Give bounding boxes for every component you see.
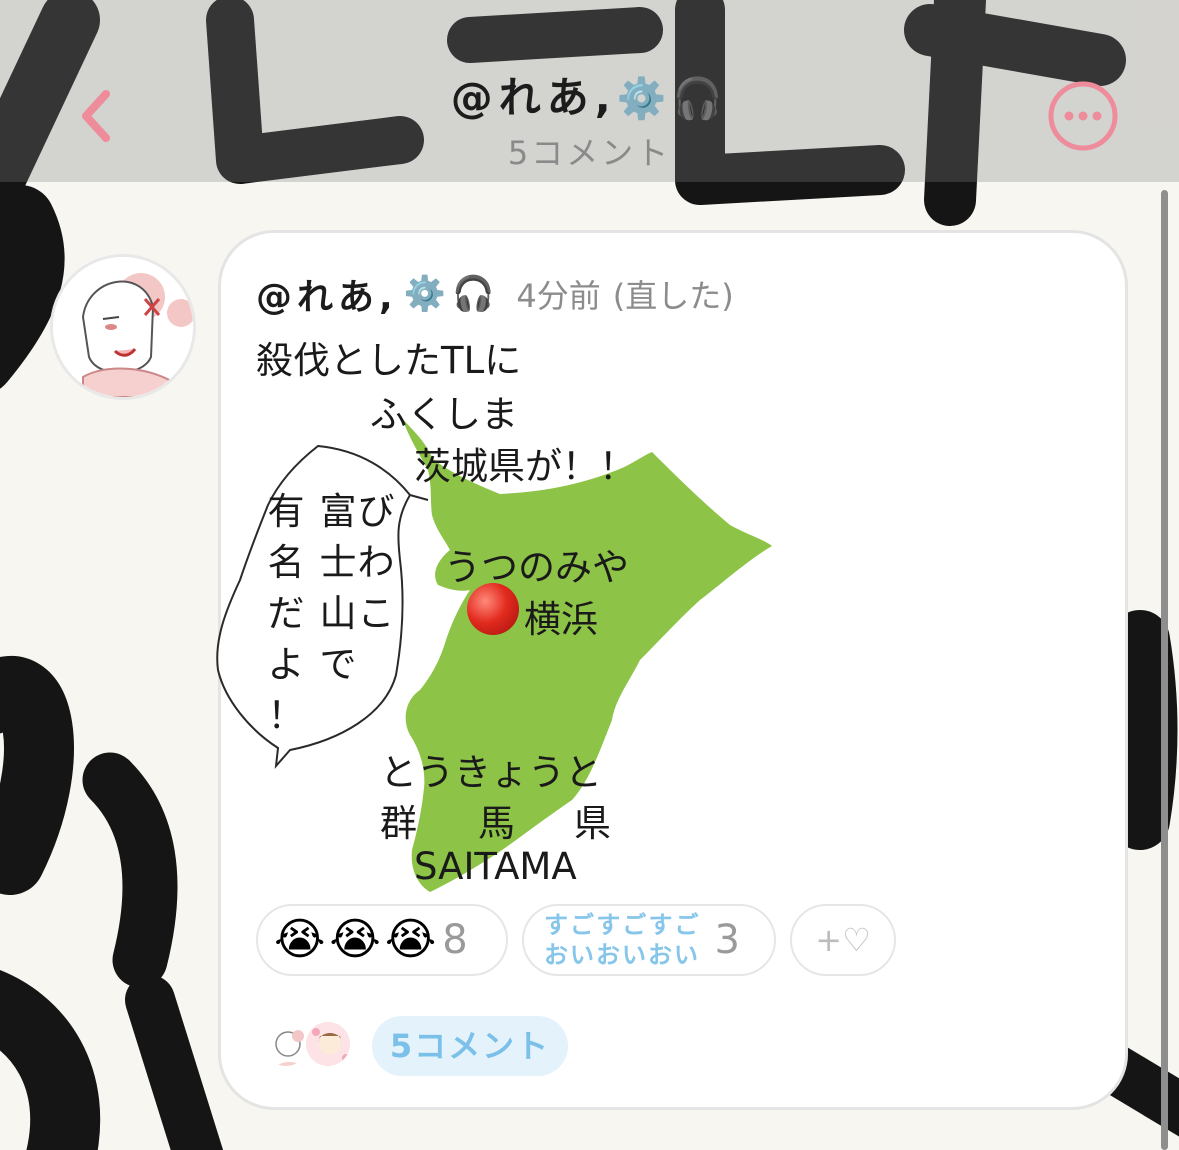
post-timestamp: 4分前 (516, 277, 601, 315)
post-edited-label: (直した) (612, 277, 734, 315)
headphones-icon: 🎧 (672, 76, 729, 122)
speech-char: で (319, 643, 357, 686)
speech-char: よ (267, 643, 305, 686)
map-label-gunma-1: 群 (380, 802, 417, 845)
speech-char: 名 (267, 541, 305, 584)
reaction-count: 3 (714, 917, 740, 963)
add-reaction-button[interactable]: +♡ (790, 904, 896, 976)
map-label-gunma-2: 馬 (478, 802, 515, 845)
reaction-crying[interactable]: 😭 😭 😭 8 (256, 904, 508, 976)
comments-button[interactable]: 5コメント (372, 1016, 568, 1076)
headphones-icon: 🎧 (452, 274, 495, 314)
scrollbar[interactable] (1161, 190, 1168, 1150)
page-title: @れあ,⚙️🎧 (0, 64, 1179, 125)
crying-face-icon: 😭 (329, 914, 381, 965)
map-label-utsunomiya: うつのみや (444, 546, 629, 589)
page-title-text: @れあ, (450, 73, 617, 122)
avatar-illustration (53, 257, 193, 397)
sugoi-line-2: おいおいおい (544, 941, 700, 969)
map-label-yokohama: 横浜 (524, 598, 598, 641)
speech-char: ！ (267, 694, 305, 737)
speech-bubble-column-3: び わ こ (354, 486, 398, 639)
speech-char: こ (357, 592, 395, 635)
gear-icon: ⚙️ (403, 274, 447, 314)
map-label-saitama: SAITAMA (414, 845, 577, 888)
reaction-count: 8 (442, 917, 468, 963)
commenter-avatar[interactable] (304, 1020, 352, 1068)
post-author-row: @れあ, ⚙️ 🎧 4分前 (直した) (256, 268, 734, 320)
speech-char: だ (267, 592, 305, 635)
speech-char: 有 (267, 490, 305, 533)
post-author-name[interactable]: @れあ, (256, 268, 398, 320)
post-body: 殺伐としたTLに (256, 339, 522, 382)
speech-char: わ (357, 541, 395, 584)
avatar[interactable] (50, 254, 196, 400)
map-label-fukushima: ふくしま (370, 393, 518, 436)
map-label-tokyo: とうきょうと (380, 751, 602, 794)
speech-char: び (357, 490, 395, 533)
speech-bubble-column-1: 有 名 だ よ ！ (264, 486, 308, 741)
gear-icon: ⚙️ (616, 76, 673, 122)
sugoi-stamp: すごすごすご おいおいおい (544, 910, 700, 970)
comment-count-subtitle: 5コメント (507, 134, 672, 172)
heart-icon: +♡ (815, 921, 871, 959)
reaction-sugoi[interactable]: すごすごすご おいおいおい 3 (522, 904, 776, 976)
crying-face-icon: 😭 (384, 914, 437, 965)
map-label-gunma-3: 県 (574, 802, 611, 845)
sugoi-line-1: すごすごすご (544, 911, 701, 939)
more-dots-icon[interactable] (1047, 80, 1119, 152)
map-label-ibaraki: 茨城県が！！ (414, 445, 636, 488)
commenter-avatar[interactable] (262, 1020, 310, 1068)
crying-face-icon: 😭 (274, 914, 326, 965)
